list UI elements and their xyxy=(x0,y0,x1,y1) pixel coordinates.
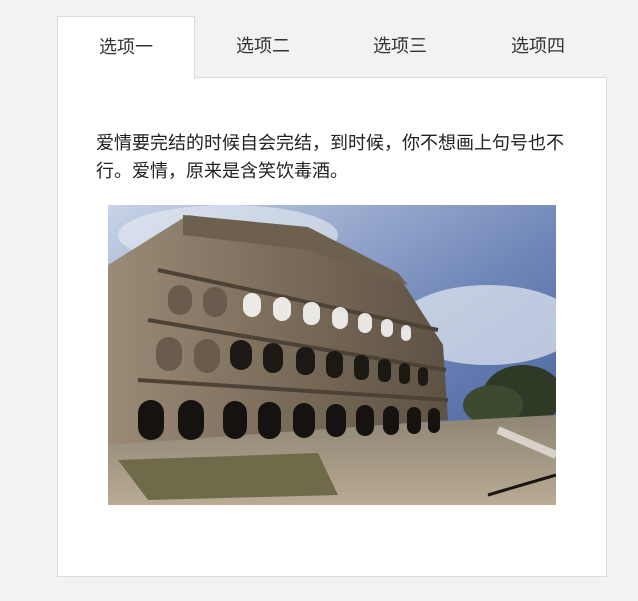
tab-option-2[interactable]: 选项二 xyxy=(194,16,332,78)
tab-option-3[interactable]: 选项三 xyxy=(331,16,469,78)
tab-bar: 选项一 选项二 选项三 选项四 xyxy=(57,16,607,79)
tabs-widget: 选项一 选项二 选项三 选项四 爱情要完结的时候自会完结，到时候，你不想画上句号… xyxy=(57,16,607,577)
tab-panel: 爱情要完结的时候自会完结，到时候，你不想画上句号也不行。爱情，原来是含笑饮毒酒。 xyxy=(57,77,607,577)
tab-option-4[interactable]: 选项四 xyxy=(469,16,607,78)
tab-option-1[interactable]: 选项一 xyxy=(57,16,195,79)
panel-text: 爱情要完结的时候自会完结，到时候，你不想画上句号也不行。爱情，原来是含笑饮毒酒。 xyxy=(96,133,564,182)
colosseum-photo xyxy=(108,205,556,505)
